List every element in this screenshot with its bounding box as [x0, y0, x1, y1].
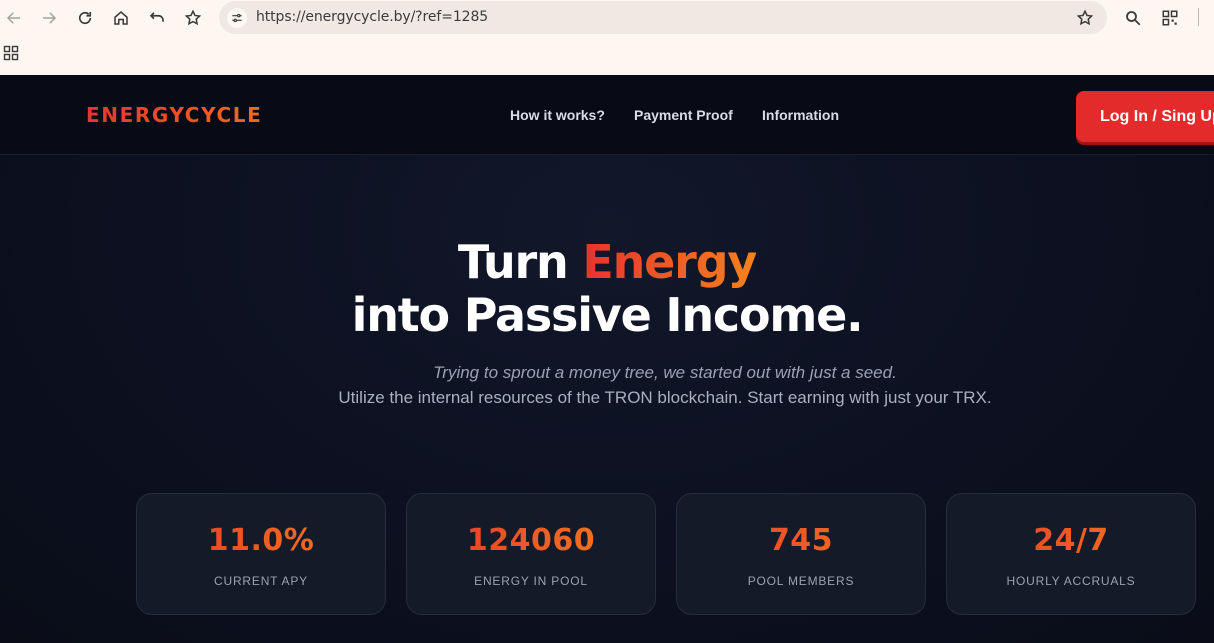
- stat-value: 24/7: [947, 523, 1195, 558]
- back-arrow-icon[interactable]: [2, 6, 26, 30]
- hero-title-line2: into Passive Income.: [351, 288, 864, 342]
- hero-description: Utilize the internal resources of the TR…: [338, 388, 992, 407]
- stat-value: 11.0%: [137, 523, 385, 558]
- bookmark-this-page-icon[interactable]: [1075, 8, 1095, 28]
- stat-value: 745: [677, 523, 925, 558]
- stat-label: CURRENT APY: [214, 574, 308, 588]
- home-icon[interactable]: [109, 6, 133, 30]
- forward-arrow-icon[interactable]: [37, 6, 61, 30]
- bookmark-star-icon[interactable]: [181, 6, 205, 30]
- stat-card-accruals: 24/7 HOURLY ACCRUALS: [946, 493, 1196, 615]
- nav-link-how-it-works[interactable]: How it works?: [510, 107, 605, 123]
- hero-tagline: Trying to sprout a money tree, we starte…: [433, 363, 897, 382]
- site-navbar: ENERGYCYCLE How it works? Payment Proof …: [0, 75, 1214, 155]
- login-signup-label: Log In / Sing Up: [1100, 107, 1214, 125]
- login-signup-button[interactable]: Log In / Sing Up: [1076, 91, 1214, 142]
- toolbar-divider: [1198, 8, 1199, 26]
- zoom-search-icon[interactable]: [1121, 6, 1145, 30]
- stat-label: ENERGY IN POOL: [474, 574, 588, 588]
- hero-title-accent: Energy: [582, 235, 757, 289]
- qr-code-icon[interactable]: [1158, 6, 1182, 30]
- site-info-icon[interactable]: [227, 8, 247, 28]
- stat-card-members: 745 POOL MEMBERS: [676, 493, 926, 615]
- url-text[interactable]: https://energycycle.by/?ref=1285: [256, 9, 488, 25]
- stat-value: 124060: [407, 523, 655, 558]
- undo-icon[interactable]: [145, 6, 169, 30]
- stat-label: POOL MEMBERS: [747, 574, 855, 588]
- apps-grid-icon[interactable]: [3, 45, 19, 61]
- page-viewport: ENERGYCYCLE How it works? Payment Proof …: [0, 75, 1214, 643]
- nav-link-payment-proof[interactable]: Payment Proof: [634, 107, 733, 123]
- hero-title-line1: Turn Energy: [0, 235, 1214, 289]
- stat-card-apy: 11.0% CURRENT APY: [136, 493, 386, 615]
- reload-icon[interactable]: [73, 6, 97, 30]
- hero-title-word: Turn: [457, 235, 569, 289]
- site-logo[interactable]: ENERGYCYCLE: [86, 103, 262, 127]
- nav-link-information[interactable]: Information: [762, 107, 839, 123]
- stat-card-energy: 124060 ENERGY IN POOL: [406, 493, 656, 615]
- stat-label: HOURLY ACCRUALS: [1006, 574, 1136, 588]
- address-bar[interactable]: https://energycycle.by/?ref=1285: [219, 1, 1107, 34]
- browser-toolbar: https://energycycle.by/?ref=1285: [0, 0, 1214, 75]
